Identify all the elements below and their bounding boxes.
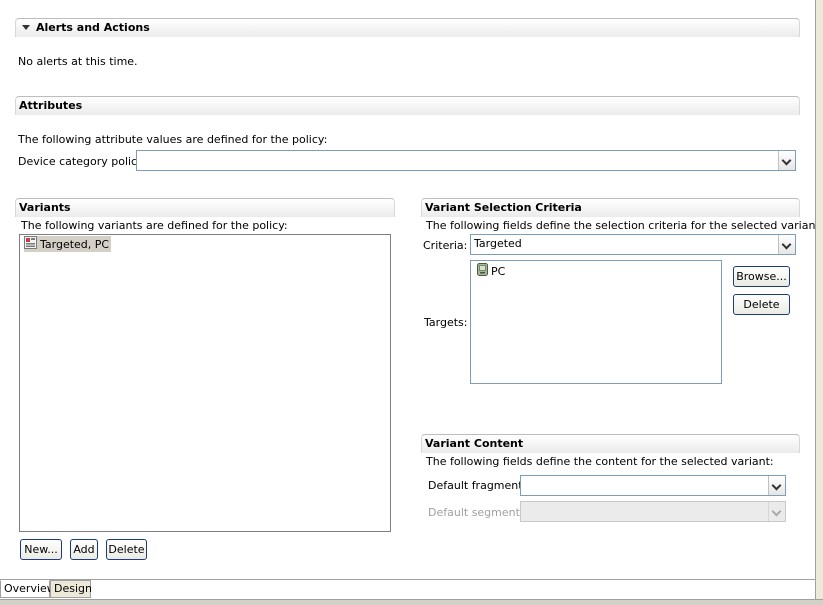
device-icon	[477, 263, 488, 281]
browse-button[interactable]: Browse...	[733, 266, 790, 287]
window-right-border	[815, 0, 823, 605]
tabbar-divider	[0, 579, 815, 580]
delete-target-button[interactable]: Delete	[733, 294, 790, 315]
delete-variant-button[interactable]: Delete	[106, 539, 147, 560]
variant-content-description: The following fields define the content …	[426, 455, 774, 468]
variants-description: The following variants are defined for t…	[21, 219, 288, 232]
variants-section-header: Variants	[15, 198, 395, 217]
collapse-triangle-icon[interactable]	[22, 25, 30, 30]
attributes-description: The following attribute values are defin…	[18, 133, 328, 146]
default-segment-combo	[520, 501, 786, 522]
tab-design[interactable]: Design	[50, 580, 92, 598]
target-label: PC	[491, 265, 506, 278]
default-fragment-combo[interactable]	[520, 475, 786, 496]
variants-section-title: Variants	[19, 201, 71, 214]
chevron-down-icon[interactable]	[778, 151, 795, 170]
add-variant-button[interactable]: Add	[70, 539, 98, 560]
attributes-section-header: Attributes	[15, 96, 800, 115]
alerts-section-header[interactable]: Alerts and Actions	[15, 18, 800, 37]
selection-criteria-description: The following fields define the selectio…	[426, 219, 823, 232]
default-segment-label: Default segment:	[428, 506, 524, 519]
new-variant-button[interactable]: New...	[20, 539, 62, 560]
targets-label: Targets:	[424, 316, 468, 329]
alerts-message: No alerts at this time.	[18, 55, 138, 68]
device-category-combo[interactable]	[136, 150, 796, 171]
selection-criteria-title: Variant Selection Criteria	[425, 201, 582, 214]
criteria-combo[interactable]: Targeted	[470, 234, 796, 255]
variants-list[interactable]: Targeted, PC	[19, 234, 391, 532]
variant-label: Targeted, PC	[40, 238, 110, 251]
chevron-down-icon[interactable]	[768, 476, 785, 495]
tab-overview[interactable]: Overview	[0, 580, 56, 598]
device-category-label: Device category policy:	[18, 155, 147, 168]
list-item[interactable]: PC	[477, 263, 505, 279]
chevron-down-icon[interactable]	[778, 235, 795, 254]
list-item[interactable]: Targeted, PC	[24, 236, 112, 254]
default-fragment-label: Default fragment:	[428, 479, 527, 492]
criteria-value: Targeted	[474, 237, 522, 250]
window-bottom-border	[0, 599, 823, 605]
attributes-section-title: Attributes	[19, 99, 83, 112]
selection-criteria-section-header: Variant Selection Criteria	[421, 198, 800, 217]
variant-content-section-header: Variant Content	[421, 434, 800, 453]
criteria-label: Criteria:	[423, 239, 468, 252]
variant-icon	[24, 236, 37, 254]
targets-list[interactable]: PC	[470, 260, 722, 384]
variant-content-title: Variant Content	[425, 437, 524, 450]
chevron-down-icon	[768, 502, 785, 521]
alerts-section-title: Alerts and Actions	[36, 21, 150, 34]
